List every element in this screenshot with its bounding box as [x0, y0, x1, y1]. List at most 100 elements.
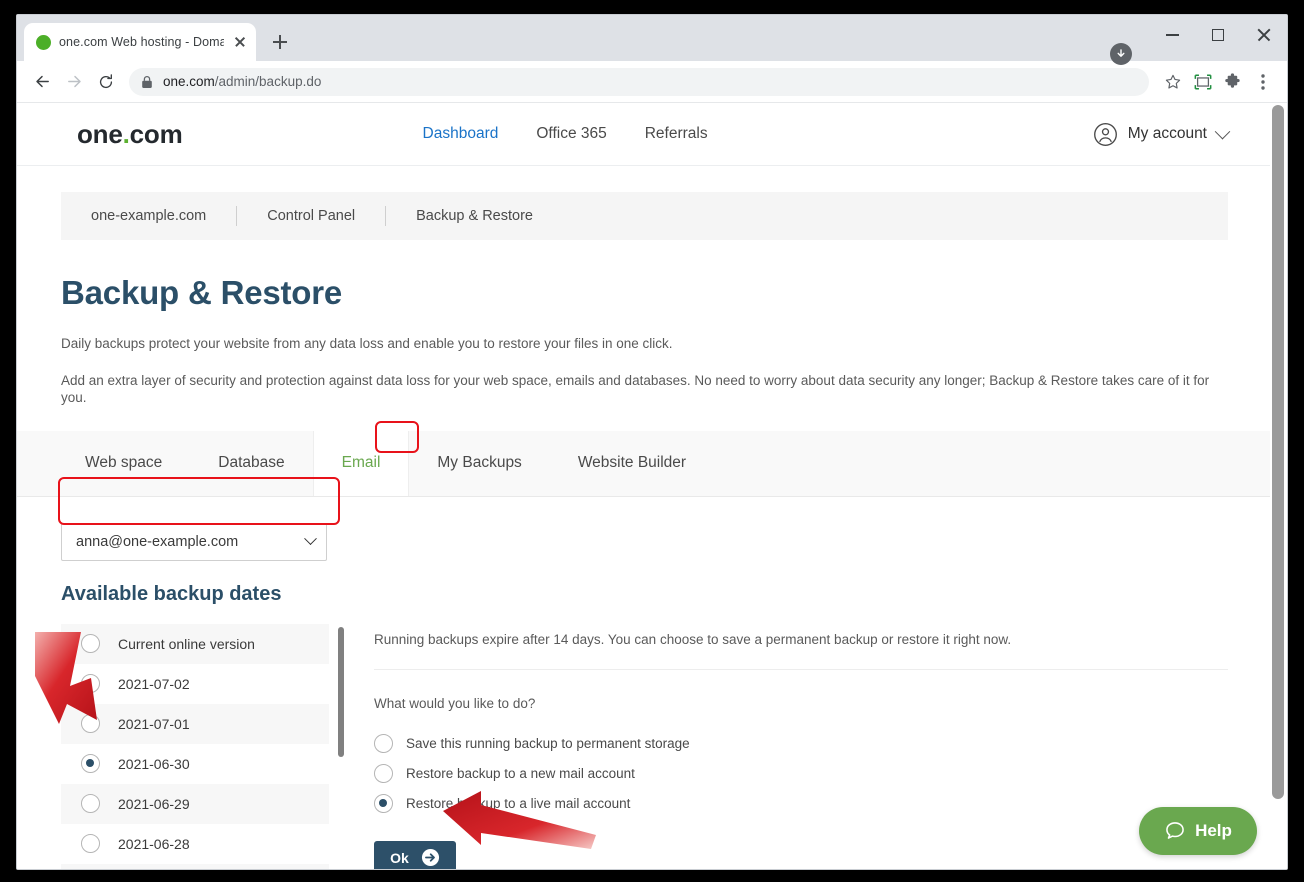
help-button[interactable]: Help	[1139, 807, 1257, 855]
forward-icon[interactable]	[59, 67, 89, 97]
tab-web-space[interactable]: Web space	[57, 431, 190, 496]
mailbox-select-value: anna@one-example.com	[76, 534, 238, 550]
breadcrumb-separator	[236, 206, 237, 226]
page-viewport: one.com Dashboard Office 365 Referrals M…	[17, 103, 1287, 869]
site-header: one.com Dashboard Office 365 Referrals M…	[17, 103, 1272, 166]
scrollbar-thumb[interactable]	[1272, 105, 1284, 799]
section-tabs: Web space Database Email My Backups Webs…	[17, 431, 1272, 497]
option-save-permanent[interactable]: Save this running backup to permanent st…	[374, 729, 1228, 759]
radio-icon[interactable]	[81, 674, 100, 693]
tab-database[interactable]: Database	[190, 431, 312, 496]
address-bar[interactable]: one.com/admin/backup.do	[129, 68, 1149, 96]
help-button-label: Help	[1195, 821, 1232, 841]
new-tab-button[interactable]	[266, 28, 294, 56]
browser-menu-icon[interactable]	[1249, 68, 1277, 96]
radio-icon-checked[interactable]	[81, 754, 100, 773]
logo-text-before: one	[77, 119, 123, 149]
chevron-down-icon	[304, 532, 317, 545]
back-icon[interactable]	[27, 67, 57, 97]
radio-icon[interactable]	[81, 634, 100, 653]
nav-item-referrals[interactable]: Referrals	[645, 125, 708, 143]
browser-toolbar: one.com/admin/backup.do	[17, 61, 1287, 103]
nav-item-office365[interactable]: Office 365	[536, 125, 606, 143]
action-options: Save this running backup to permanent st…	[374, 729, 1228, 819]
mailbox-select-row: anna@one-example.com Available backup da…	[17, 523, 1272, 606]
nav-item-dashboard[interactable]: Dashboard	[423, 125, 499, 143]
breadcrumb-separator	[385, 206, 386, 226]
extensions-puzzle-icon[interactable]	[1219, 68, 1247, 96]
breadcrumb-wrapper: one-example.com Control Panel Backup & R…	[17, 166, 1272, 240]
radio-icon[interactable]	[81, 714, 100, 733]
page-title: Backup & Restore	[61, 274, 1228, 312]
list-item[interactable]: 2021-07-02	[61, 664, 329, 704]
backup-dates-column: Current online version 2021-07-02 2021-0…	[61, 624, 354, 869]
backup-date-label: 2021-07-02	[118, 676, 190, 692]
option-label: Restore backup to a new mail account	[406, 766, 635, 781]
browser-tab[interactable]: one.com Web hosting - Domain	[24, 23, 256, 61]
download-icon[interactable]	[1110, 43, 1132, 65]
radio-icon[interactable]	[81, 794, 100, 813]
list-item[interactable]: 2021-06-29	[61, 784, 329, 824]
tab-my-backups[interactable]: My Backups	[409, 431, 549, 496]
backup-date-label: Current online version	[118, 636, 255, 652]
my-account-label: My account	[1128, 125, 1207, 143]
browser-tab-title: one.com Web hosting - Domain	[59, 35, 224, 49]
breadcrumb: one-example.com Control Panel Backup & R…	[61, 192, 1228, 240]
user-avatar-icon	[1093, 122, 1118, 147]
address-bar-text: one.com/admin/backup.do	[163, 74, 321, 89]
scrollbar-thumb[interactable]	[338, 627, 344, 757]
backup-dates-list: Current online version 2021-07-02 2021-0…	[61, 624, 329, 869]
page-lede-1: Daily backups protect your website from …	[61, 335, 1228, 353]
divider	[374, 669, 1228, 670]
my-account-menu[interactable]: My account	[1093, 122, 1228, 147]
maximize-button[interactable]	[1195, 15, 1241, 55]
backup-detail-column: Running backups expire after 14 days. Yo…	[354, 624, 1228, 869]
page-lede-2: Add an extra layer of security and prote…	[61, 372, 1228, 407]
close-tab-icon[interactable]	[232, 34, 248, 50]
backup-body: Current online version 2021-07-02 2021-0…	[17, 624, 1272, 869]
arrow-right-circle-icon	[421, 848, 440, 867]
backup-expiry-note: Running backups expire after 14 days. Yo…	[374, 632, 1228, 647]
radio-icon-checked[interactable]	[374, 794, 393, 813]
breadcrumb-item-backup-restore[interactable]: Backup & Restore	[416, 208, 563, 224]
main-navigation: Dashboard Office 365 Referrals	[423, 125, 1093, 143]
one-com-logo[interactable]: one.com	[77, 119, 183, 150]
screen-capture-icon[interactable]	[1189, 68, 1217, 96]
lock-icon	[141, 75, 153, 89]
list-item[interactable]: 2021-07-01	[61, 704, 329, 744]
tab-website-builder[interactable]: Website Builder	[550, 431, 714, 496]
backup-date-label: 2021-07-01	[118, 716, 190, 732]
option-restore-live-account[interactable]: Restore backup to a live mail account	[374, 789, 1228, 819]
close-window-button[interactable]	[1241, 15, 1287, 55]
tab-email[interactable]: Email	[313, 431, 410, 496]
option-label: Save this running backup to permanent st…	[406, 736, 690, 751]
list-item[interactable]: 2021-06-27	[61, 864, 329, 869]
radio-icon[interactable]	[374, 764, 393, 783]
reload-icon[interactable]	[91, 67, 121, 97]
web-page: one.com Dashboard Office 365 Referrals M…	[17, 103, 1272, 869]
page-intro: Backup & Restore Daily backups protect y…	[17, 274, 1272, 407]
bookmark-star-icon[interactable]	[1159, 68, 1187, 96]
chevron-down-icon	[1215, 123, 1231, 139]
mailbox-select[interactable]: anna@one-example.com	[61, 523, 327, 561]
backup-date-label: 2021-06-29	[118, 796, 190, 812]
logo-dot: .	[123, 119, 130, 149]
page-scrollbar[interactable]	[1270, 103, 1287, 869]
browser-window: one.com Web hosting - Domain	[16, 14, 1288, 870]
list-item-selected[interactable]: 2021-06-30	[61, 744, 329, 784]
backup-date-label: 2021-06-30	[118, 756, 190, 772]
list-item[interactable]: 2021-06-28	[61, 824, 329, 864]
backup-date-label: 2021-06-28	[118, 836, 190, 852]
breadcrumb-item-domain[interactable]: one-example.com	[91, 208, 236, 224]
radio-icon[interactable]	[81, 834, 100, 853]
radio-icon[interactable]	[374, 734, 393, 753]
backup-dates-scrollbar[interactable]	[338, 627, 344, 869]
breadcrumb-item-control-panel[interactable]: Control Panel	[267, 208, 385, 224]
ok-button[interactable]: Ok	[374, 841, 456, 869]
option-restore-new-account[interactable]: Restore backup to a new mail account	[374, 759, 1228, 789]
available-backup-dates-heading: Available backup dates	[61, 583, 1228, 606]
option-label: Restore backup to a live mail account	[406, 796, 630, 811]
minimize-button[interactable]	[1149, 15, 1195, 55]
list-item[interactable]: Current online version	[61, 624, 329, 664]
browser-tab-strip: one.com Web hosting - Domain	[17, 15, 1287, 61]
